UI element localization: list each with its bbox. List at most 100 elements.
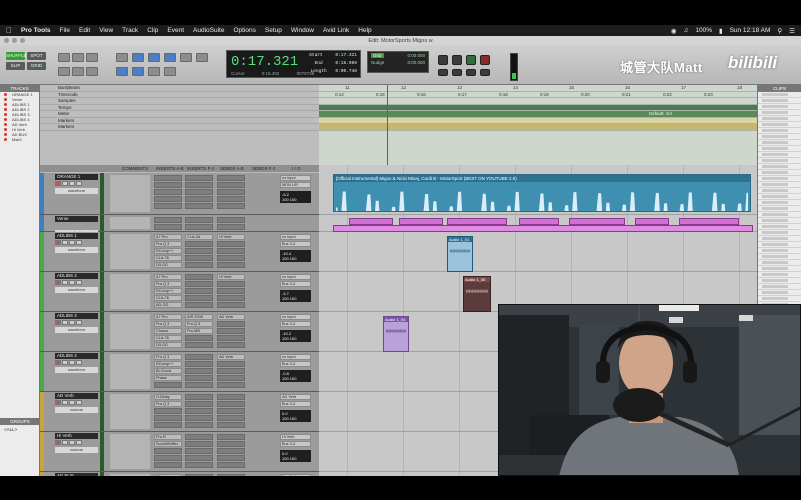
insert-a-slot[interactable] — [154, 182, 182, 188]
send-a-slot[interactable] — [217, 401, 245, 407]
insert-b-slot[interactable] — [185, 281, 213, 287]
stop-icon[interactable] — [452, 55, 462, 65]
insert-b-slot[interactable] — [185, 401, 213, 407]
link-track-icon[interactable] — [132, 67, 144, 76]
ruler-label-markers-2[interactable]: Markers — [40, 124, 319, 131]
insert-a-slot[interactable]: AD-OG — [154, 302, 182, 308]
zoom-out-button[interactable] — [58, 53, 70, 62]
smart-tool-icon[interactable] — [164, 53, 176, 62]
zoom-preset-3[interactable] — [86, 67, 98, 76]
send-a-slot[interactable] — [217, 361, 245, 367]
minimize-icon[interactable] — [12, 38, 17, 43]
loop-icon[interactable] — [438, 55, 448, 65]
send-a-slot[interactable] — [217, 288, 245, 294]
insert-b-slot[interactable]: Pro-MB — [185, 328, 213, 334]
zoom-icon[interactable] — [20, 38, 25, 43]
midi-note[interactable] — [679, 218, 739, 225]
insert-a-slot[interactable]: Chorus — [154, 328, 182, 334]
track-view-selector[interactable]: waveform — [55, 188, 98, 194]
insert-b-slot[interactable]: AIR 2006 — [185, 314, 213, 320]
send-a-slot[interactable] — [217, 448, 245, 454]
record-enable-button[interactable] — [55, 181, 61, 186]
menu-help[interactable]: Help — [358, 27, 371, 34]
wifi-icon[interactable]: ◉ — [671, 27, 677, 35]
insert-b-slot[interactable] — [185, 342, 213, 348]
insert-b-slot[interactable] — [185, 175, 213, 181]
send-a-slot[interactable] — [217, 189, 245, 195]
volume-icon[interactable]: ♫ — [683, 27, 688, 34]
close-icon[interactable] — [4, 38, 9, 43]
tracks-panel-title[interactable]: TRACKS — [0, 85, 39, 92]
menu-clip[interactable]: Clip — [147, 27, 158, 34]
search-icon[interactable]: ⚲ — [777, 27, 782, 35]
menu-list-icon[interactable]: ☰ — [789, 27, 795, 35]
midi-note[interactable] — [333, 225, 753, 232]
grid-nudge-box[interactable]: Grid 0:00.000 Nudge 0:00.000 — [367, 51, 429, 73]
output-selector[interactable]: Bus 3-4 — [280, 361, 311, 367]
midi-note[interactable] — [519, 218, 559, 225]
instrumental-clip[interactable]: [Official Instrumental] Migos & Nicki Mi… — [333, 174, 751, 212]
track-header[interactable]: AD Verb volume H-Delay Pro-Q 3 AD Verb Bus 3-… — [40, 392, 319, 432]
go-to-start-icon[interactable] — [466, 69, 476, 76]
insert-a-slot[interactable] — [154, 217, 182, 223]
track-view-selector[interactable]: volume — [55, 447, 98, 453]
track-view-selector[interactable]: waveform — [55, 287, 98, 293]
groups-panel-title[interactable]: GROUPS — [0, 418, 40, 425]
insert-b-slot[interactable] — [185, 394, 213, 400]
insert-a-slot[interactable] — [154, 422, 182, 428]
solo-button[interactable] — [69, 440, 75, 445]
insert-b-slot[interactable] — [185, 422, 213, 428]
insert-a-slot[interactable]: CLA-76 — [154, 255, 182, 261]
volume-pan-readout[interactable]: -0.8 100 100 — [280, 370, 311, 382]
insert-b-slot[interactable] — [185, 288, 213, 294]
output-selector[interactable]: Bus 3-4 — [280, 281, 311, 287]
play-icon[interactable] — [466, 55, 476, 65]
send-a-slot[interactable]: Hi Verb — [217, 234, 245, 240]
insert-b-slot[interactable] — [185, 448, 213, 454]
start-readout[interactable]: Start 0:17.321 — [309, 53, 357, 58]
insert-b-slot[interactable] — [185, 203, 213, 209]
track-comments[interactable] — [110, 175, 150, 212]
record-enable-button[interactable] — [55, 360, 61, 365]
insert-b-slot[interactable] — [185, 441, 213, 447]
insert-a-slot[interactable] — [154, 455, 182, 461]
input-monitor-button[interactable] — [62, 400, 68, 405]
zoom-preset-2[interactable] — [72, 67, 84, 76]
menu-file[interactable]: File — [60, 27, 70, 34]
record-enable-button[interactable] — [55, 440, 61, 445]
insert-b-slot[interactable] — [185, 295, 213, 301]
menu-edit[interactable]: Edit — [79, 27, 90, 34]
markers-ruler-2[interactable] — [319, 124, 757, 131]
insert-a-slot[interactable] — [154, 448, 182, 454]
track-comments[interactable] — [110, 234, 150, 269]
insert-a-slot[interactable]: CLA-76 — [154, 295, 182, 301]
insert-a-slot[interactable]: Pro-Q 3 — [154, 354, 182, 360]
send-a-slot[interactable] — [217, 382, 245, 388]
track-comments[interactable] — [110, 354, 150, 389]
insert-b-slot[interactable] — [185, 368, 213, 374]
record-enable-button[interactable] — [55, 400, 61, 405]
output-selector[interactable]: MON L/R — [280, 182, 311, 188]
mute-button[interactable] — [76, 360, 82, 365]
input-monitor-button[interactable] — [62, 280, 68, 285]
solo-button[interactable] — [69, 400, 75, 405]
menu-app-name[interactable]: Pro Tools — [21, 27, 51, 34]
send-a-slot[interactable] — [217, 196, 245, 202]
insert-b-slot[interactable] — [185, 354, 213, 360]
track-comments[interactable] — [110, 394, 150, 429]
midi-note[interactable] — [635, 218, 669, 225]
insert-b-slot[interactable] — [185, 361, 213, 367]
mute-button[interactable] — [76, 280, 82, 285]
mute-button[interactable] — [76, 440, 82, 445]
mode-shuffle[interactable]: SHUFFLE — [6, 52, 27, 60]
input-monitor-button[interactable] — [62, 181, 68, 186]
track-view-selector[interactable]: waveform — [55, 327, 98, 333]
input-selector[interactable]: no input — [280, 175, 311, 181]
apple-icon[interactable]:  — [6, 26, 12, 35]
send-a-slot[interactable] — [217, 302, 245, 308]
track-comments[interactable] — [110, 274, 150, 309]
send-a-slot[interactable] — [217, 321, 245, 327]
midi-note[interactable] — [447, 218, 507, 225]
output-selector[interactable]: Bus 3-4 — [280, 401, 311, 407]
insert-b-slot[interactable] — [185, 217, 213, 223]
